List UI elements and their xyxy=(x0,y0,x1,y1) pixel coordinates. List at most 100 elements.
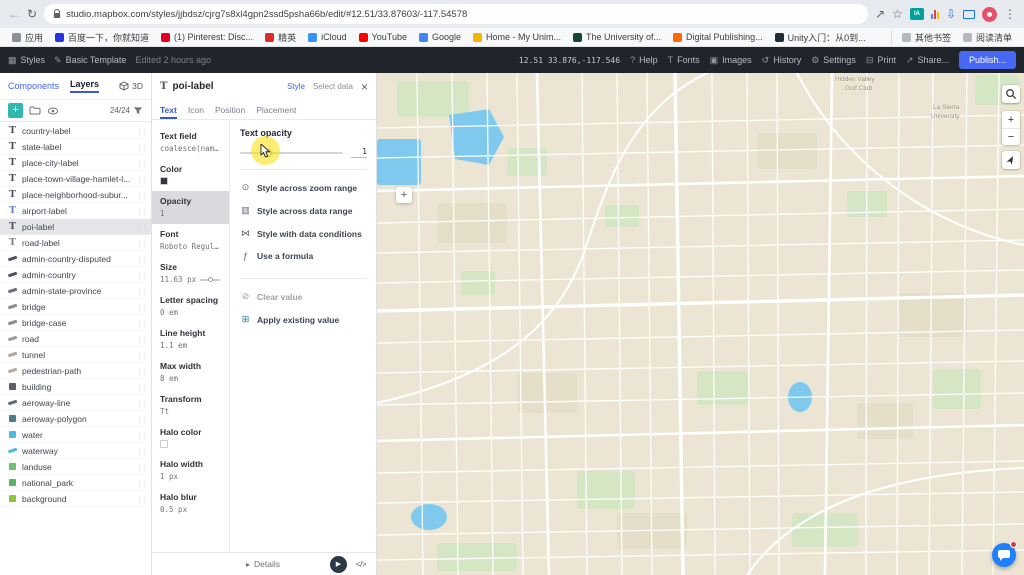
property-halo-color[interactable]: Halo color xyxy=(152,422,229,454)
share-icon[interactable]: ↗ xyxy=(875,8,885,20)
style-across-zoom-range-button[interactable]: ⊙Style across zoom range xyxy=(240,176,367,199)
bookmark-item[interactable]: 精英 xyxy=(259,30,302,45)
layer-row-road[interactable]: road⋮⋮ xyxy=(0,331,151,347)
style-mode-tab[interactable]: Style xyxy=(287,82,305,91)
drag-handle-icon[interactable]: ⋮⋮ xyxy=(136,479,147,487)
layer-row-country-label[interactable]: Tcountry-label⋮⋮ xyxy=(0,123,151,139)
tab-components[interactable]: Components xyxy=(8,81,59,91)
drag-handle-icon[interactable]: ⋮⋮ xyxy=(136,495,147,503)
use-a-formula-button[interactable]: ƒUse a formula xyxy=(240,245,367,267)
close-icon[interactable]: × xyxy=(361,80,368,94)
play-button[interactable]: ▶ xyxy=(330,556,347,573)
property-opacity[interactable]: Opacity1 xyxy=(152,191,229,224)
3d-toggle[interactable]: 3D xyxy=(119,81,143,91)
bookmark-item[interactable]: The University of... xyxy=(567,30,667,45)
layer-row-state-label[interactable]: Tstate-label⋮⋮ xyxy=(0,139,151,155)
bookmark-item[interactable]: 阅读清单 xyxy=(957,30,1018,45)
bookmark-item[interactable]: (1) Pinterest: Disc... xyxy=(155,30,259,45)
toolbar-help[interactable]: ?Help xyxy=(630,55,658,65)
drag-handle-icon[interactable]: ⋮⋮ xyxy=(136,303,147,311)
code-view-icon[interactable]: </> xyxy=(356,560,366,569)
chat-button[interactable] xyxy=(992,543,1016,567)
layer-row-building[interactable]: building⋮⋮ xyxy=(0,379,151,395)
property-line-height[interactable]: Line height1.1 em xyxy=(152,323,229,356)
toolbar-print[interactable]: ⊟Print xyxy=(866,55,896,66)
layer-row-road-label[interactable]: Troad-label⋮⋮ xyxy=(0,235,151,251)
add-layer-button[interactable]: + xyxy=(8,103,23,118)
property-halo-blur[interactable]: Halo blur0.5 px xyxy=(152,487,229,520)
star-icon[interactable]: ☆ xyxy=(892,8,903,20)
reload-icon[interactable]: ↻ xyxy=(27,8,37,20)
extension-download-icon[interactable]: ⇩ xyxy=(946,8,956,20)
style-with-data-conditions-button[interactable]: ⋈Style with data conditions xyxy=(240,222,367,245)
drag-handle-icon[interactable]: ⋮⋮ xyxy=(136,255,147,263)
toolbar-settings[interactable]: ⚙Settings xyxy=(811,55,856,66)
property-halo-width[interactable]: Halo width1 px xyxy=(152,454,229,487)
zoom-in-button[interactable]: + xyxy=(1002,111,1020,128)
drag-handle-icon[interactable]: ⋮⋮ xyxy=(136,415,147,423)
drag-handle-icon[interactable]: ⋮⋮ xyxy=(136,383,147,391)
drag-handle-icon[interactable]: ⋮⋮ xyxy=(136,447,147,455)
extension-monitor-icon[interactable] xyxy=(963,10,975,19)
address-bar[interactable]: studio.mapbox.com/styles/jjbdsz/cjrg7s8x… xyxy=(44,4,868,24)
layer-row-background[interactable]: background⋮⋮ xyxy=(0,491,151,507)
layer-row-admin-country[interactable]: admin-country⋮⋮ xyxy=(0,267,151,283)
layer-row-aeroway-line[interactable]: aeroway-line⋮⋮ xyxy=(0,395,151,411)
layer-row-waterway[interactable]: waterway⋮⋮ xyxy=(0,443,151,459)
property-font[interactable]: FontRoboto Regul… xyxy=(152,224,229,257)
drag-handle-icon[interactable]: ⋮⋮ xyxy=(136,431,147,439)
drag-handle-icon[interactable]: ⋮⋮ xyxy=(136,463,147,471)
back-icon[interactable]: ← xyxy=(8,8,20,20)
layer-row-pedestrian-path[interactable]: pedestrian-path⋮⋮ xyxy=(0,363,151,379)
layer-row-national-park[interactable]: national_park⋮⋮ xyxy=(0,475,151,491)
filter-icon[interactable] xyxy=(133,106,143,115)
tab-icon[interactable]: Icon xyxy=(188,105,204,119)
clear-value-button[interactable]: ⊘ Clear value xyxy=(240,285,367,308)
drag-handle-icon[interactable]: ⋮⋮ xyxy=(136,223,147,231)
drag-handle-icon[interactable]: ⋮⋮ xyxy=(136,159,147,167)
layer-row-landuse[interactable]: landuse⋮⋮ xyxy=(0,459,151,475)
toolbar-images[interactable]: ▣Images xyxy=(710,55,752,66)
layer-row-poi-label[interactable]: Tpoi-label⋮⋮ xyxy=(0,219,151,235)
map-search-button[interactable] xyxy=(1002,85,1020,103)
drag-handle-icon[interactable]: ⋮⋮ xyxy=(136,287,147,295)
property-transform[interactable]: TransformTt xyxy=(152,389,229,422)
layer-row-place-town-village-hamlet-l[interactable]: Tplace-town-village-hamlet-l...⋮⋮ xyxy=(0,171,151,187)
drag-handle-icon[interactable]: ⋮⋮ xyxy=(136,335,147,343)
tab-placement[interactable]: Placement xyxy=(256,105,296,119)
size-slider[interactable] xyxy=(200,279,220,281)
folder-icon[interactable] xyxy=(29,105,41,116)
drag-handle-icon[interactable]: ⋮⋮ xyxy=(136,319,147,327)
layer-row-admin-country-disputed[interactable]: admin-country-disputed⋮⋮ xyxy=(0,251,151,267)
property-color[interactable]: Color xyxy=(152,159,229,191)
layer-row-airport-label[interactable]: Tairport-label⋮⋮ xyxy=(0,203,151,219)
layer-row-water[interactable]: water⋮⋮ xyxy=(0,427,151,443)
layer-row-place-neighborhood-subur[interactable]: Tplace-neighborhood-subur...⋮⋮ xyxy=(0,187,151,203)
styles-menu[interactable]: ▦ Styles xyxy=(8,55,45,66)
property-letter-spacing[interactable]: Letter spacing0 em xyxy=(152,290,229,323)
style-name[interactable]: ✎ Basic Template xyxy=(54,55,126,66)
extension-ia-icon[interactable]: IA xyxy=(910,8,924,20)
map-canvas[interactable]: Hidden ValleyGolf ClubLa SierraUniversit… xyxy=(377,73,1024,575)
details-toggle[interactable]: ▸ Details xyxy=(246,559,280,569)
bookmark-item[interactable]: 应用 xyxy=(6,30,49,45)
layer-row-bridge-case[interactable]: bridge-case⋮⋮ xyxy=(0,315,151,331)
layer-row-place-city-label[interactable]: Tplace-city-label⋮⋮ xyxy=(0,155,151,171)
select-data-tab[interactable]: Select data xyxy=(313,82,353,91)
drag-handle-icon[interactable]: ⋮⋮ xyxy=(136,191,147,199)
layer-row-tunnel[interactable]: tunnel⋮⋮ xyxy=(0,347,151,363)
opacity-slider[interactable] xyxy=(240,152,343,154)
layer-row-admin-state-province[interactable]: admin-state-province⋮⋮ xyxy=(0,283,151,299)
menu-dots-icon[interactable]: ⋮ xyxy=(1004,8,1016,20)
toolbar-share[interactable]: ↗Share... xyxy=(906,55,949,66)
drag-handle-icon[interactable]: ⋮⋮ xyxy=(136,143,147,151)
tab-layers[interactable]: Layers xyxy=(70,79,99,93)
style-across-data-range-button[interactable]: ▥Style across data range xyxy=(240,199,367,222)
property-max-width[interactable]: Max width8 em xyxy=(152,356,229,389)
bookmark-item[interactable]: Google xyxy=(413,30,467,45)
zoom-out-button[interactable]: − xyxy=(1002,128,1020,145)
toolbar-history[interactable]: ↺History xyxy=(762,55,802,66)
bookmark-item[interactable]: Unity入门：从0到... xyxy=(769,30,872,45)
toolbar-fonts[interactable]: TFonts xyxy=(668,55,700,65)
property-size[interactable]: Size11.63 px xyxy=(152,257,229,290)
